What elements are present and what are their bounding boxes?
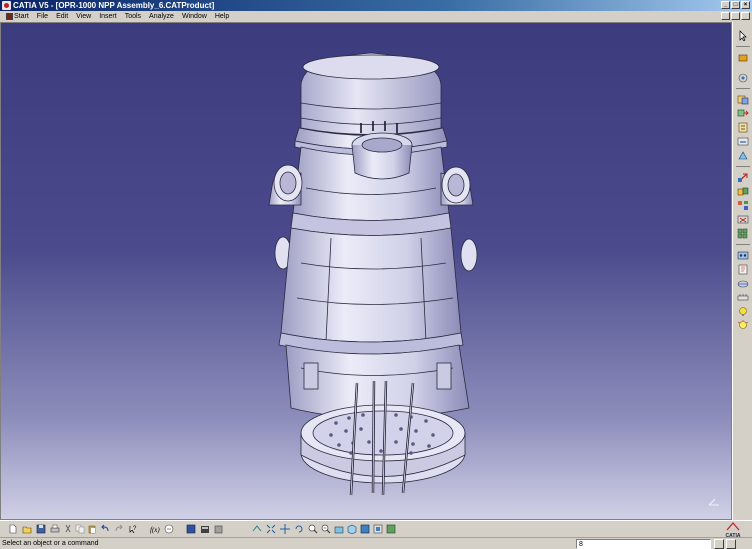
menu-tools[interactable]: Tools: [121, 11, 145, 22]
redo-icon[interactable]: [114, 524, 124, 534]
menu-insert[interactable]: Insert: [95, 11, 121, 22]
graph-tree-reorder-icon[interactable]: [737, 122, 749, 133]
lightbulb-icon[interactable]: [737, 320, 749, 331]
menu-start[interactable]: Start: [2, 11, 33, 22]
command-input[interactable]: [576, 539, 711, 549]
3d-viewport[interactable]: [0, 22, 732, 520]
print-icon[interactable]: [50, 524, 60, 534]
window-title: CATIA V5 - [OPR-1000 NPP Assembly_6.CATP…: [13, 1, 215, 10]
undo-icon[interactable]: [100, 524, 110, 534]
svg-text:?: ?: [133, 526, 137, 532]
formula-icon[interactable]: f(x): [150, 524, 160, 534]
clash-icon[interactable]: [737, 214, 749, 225]
save-icon[interactable]: [36, 524, 46, 534]
fit-all-icon[interactable]: [266, 524, 276, 534]
swap-space-icon[interactable]: [386, 524, 396, 534]
command-options-button[interactable]: [726, 539, 736, 549]
hide-show-icon[interactable]: [373, 524, 383, 534]
zoom-in-icon[interactable]: [308, 524, 318, 534]
shading-icon[interactable]: [360, 524, 370, 534]
catalog-icon[interactable]: [186, 524, 196, 534]
distance-analysis-icon[interactable]: [737, 292, 749, 303]
doc-restore-button[interactable]: [731, 12, 740, 20]
doc-close-button[interactable]: [741, 12, 750, 20]
reuse-pattern-icon[interactable]: [737, 250, 749, 261]
right-toolbar: [732, 22, 752, 520]
generate-numbering-icon[interactable]: [737, 136, 749, 147]
menu-start-label: Start: [14, 13, 29, 20]
catia-app-icon[interactable]: [2, 1, 11, 10]
bottom-toolbar: ? f(x) CATIA: [0, 520, 752, 539]
maximize-button[interactable]: □: [731, 1, 740, 9]
menu-help[interactable]: Help: [211, 11, 233, 22]
status-bar: Select an object or a command: [0, 537, 752, 549]
select-arrow-icon[interactable]: [737, 30, 749, 41]
command-dropdown-button[interactable]: [714, 539, 724, 549]
svg-text:f(x): f(x): [150, 526, 160, 534]
measure-icon[interactable]: [737, 306, 749, 317]
menu-analyze[interactable]: Analyze: [145, 11, 178, 22]
zoom-out-icon[interactable]: [321, 524, 331, 534]
menu-window[interactable]: Window: [178, 11, 211, 22]
component-icon[interactable]: [737, 72, 749, 83]
minimize-button[interactable]: _: [721, 1, 730, 9]
paste-icon[interactable]: [87, 524, 97, 534]
status-message: Select an object or a command: [2, 540, 99, 547]
open-icon[interactable]: [22, 524, 32, 534]
product-icon[interactable]: [737, 52, 749, 63]
insert-existing-icon[interactable]: [737, 94, 749, 105]
manipulate-icon[interactable]: [737, 172, 749, 183]
doc-minimize-button[interactable]: [721, 12, 730, 20]
title-bar: CATIA V5 - [OPR-1000 NPP Assembly_6.CATP…: [0, 0, 752, 11]
section-icon[interactable]: [737, 278, 749, 289]
snap-icon[interactable]: [737, 186, 749, 197]
new-icon[interactable]: [8, 524, 18, 534]
catia-logo-mark: [726, 522, 740, 531]
rotate-icon[interactable]: [294, 524, 304, 534]
knowledge-icon[interactable]: [164, 524, 174, 534]
replace-component-icon[interactable]: [737, 108, 749, 119]
copy-icon[interactable]: [75, 524, 85, 534]
cut-icon[interactable]: [63, 524, 73, 534]
close-button[interactable]: ×: [741, 1, 750, 9]
catalog-browser-icon[interactable]: [737, 264, 749, 275]
menu-file[interactable]: File: [33, 11, 52, 22]
menu-bar: Start File Edit View Insert Tools Analyz…: [0, 11, 752, 22]
fly-mode-icon[interactable]: [252, 524, 262, 534]
constraint-icon[interactable]: [737, 150, 749, 161]
menu-view[interactable]: View: [72, 11, 95, 22]
design-table-icon[interactable]: [200, 524, 210, 534]
start-icon: [6, 13, 13, 20]
apply-material-icon[interactable]: [214, 524, 224, 534]
iso-view-icon[interactable]: [347, 524, 357, 534]
whats-this-icon[interactable]: ?: [128, 524, 138, 534]
menu-edit[interactable]: Edit: [52, 11, 72, 22]
reactor-vessel-3d-model[interactable]: [1, 23, 732, 520]
explode-icon[interactable]: [737, 200, 749, 211]
catia-logo: CATIA: [718, 522, 748, 539]
normal-view-icon[interactable]: [334, 524, 344, 534]
axis-compass-icon[interactable]: [707, 493, 721, 507]
pan-icon[interactable]: [280, 524, 290, 534]
multi-instantiate-icon[interactable]: [737, 228, 749, 239]
